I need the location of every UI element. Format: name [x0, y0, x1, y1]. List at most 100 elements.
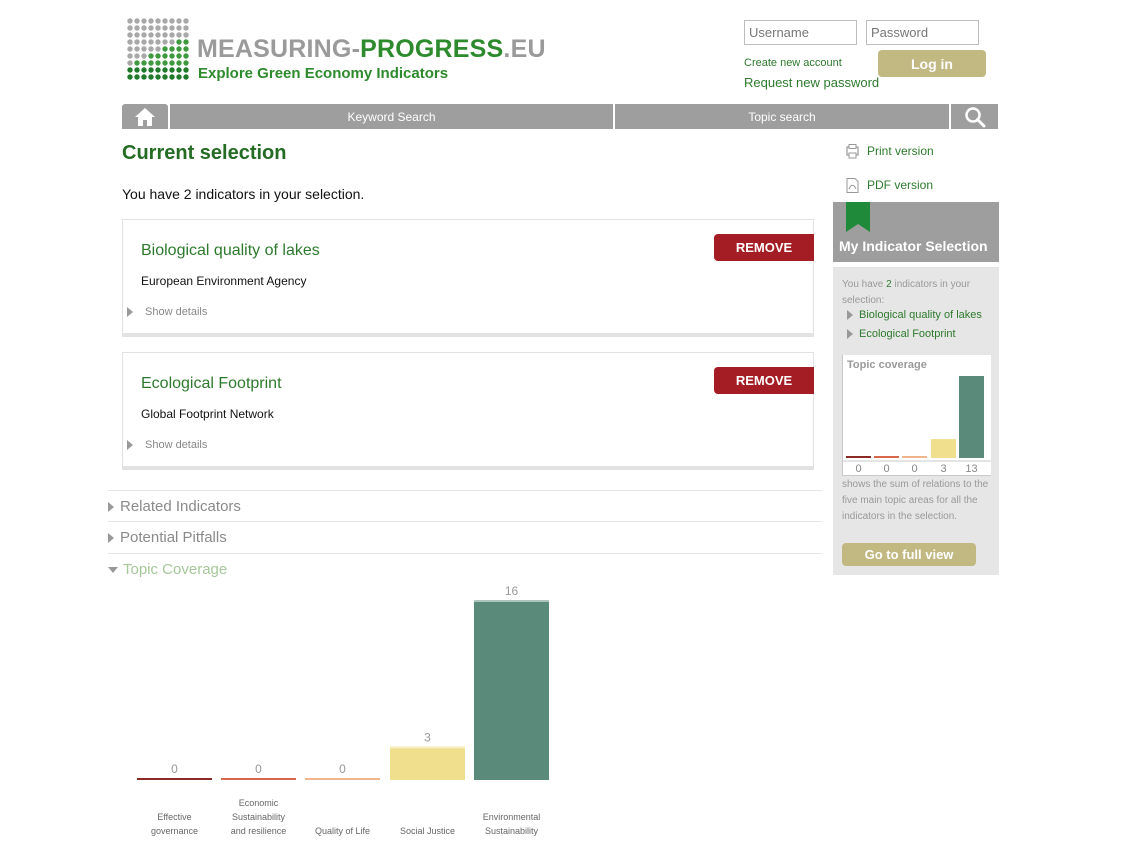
logo-dot	[141, 60, 147, 66]
selection-panel: You have 2 indicators in your selection:…	[833, 267, 999, 575]
nav-home-button[interactable]	[122, 104, 168, 129]
show-details-toggle[interactable]: Show details	[127, 306, 207, 318]
logo-dot	[148, 46, 154, 52]
create-account-link[interactable]: Create new account	[744, 57, 842, 69]
chart-value-label: 0	[255, 762, 262, 776]
chart-bar	[305, 778, 380, 780]
bookmark-icon	[846, 202, 870, 232]
logo-dot	[169, 74, 175, 80]
indicator-organization: Global Footprint Network	[141, 407, 274, 421]
logo-dot	[127, 60, 133, 66]
logo-dot	[183, 18, 189, 24]
logo-dot	[176, 74, 182, 80]
collapsed-arrow-icon	[108, 533, 114, 544]
logo-dot	[155, 46, 161, 52]
login-button[interactable]: Log in	[878, 50, 986, 77]
print-version-link[interactable]: Print version	[846, 144, 934, 159]
logo-dot	[169, 67, 175, 73]
logo-dot	[162, 53, 168, 59]
chart-value-label: 3	[424, 730, 431, 744]
mini-chart-value-label: 0	[855, 463, 861, 475]
logo-dot	[141, 18, 147, 24]
logo-dot	[176, 60, 182, 66]
logo-dot	[155, 60, 161, 66]
chart-bar	[390, 746, 465, 780]
logo-dot	[141, 32, 147, 38]
request-password-link[interactable]: Request new password	[744, 75, 879, 90]
selection-item[interactable]: Biological quality of lakes	[847, 309, 982, 321]
logo-dot	[134, 25, 140, 31]
logo-dot	[169, 53, 175, 59]
section-topic-coverage[interactable]: Topic Coverage	[108, 553, 822, 578]
selection-item[interactable]: Ecological Footprint	[847, 328, 956, 340]
show-details-toggle[interactable]: Show details	[127, 439, 207, 451]
logo-dot	[162, 67, 168, 73]
arrow-icon	[847, 310, 853, 321]
logo-dot	[162, 18, 168, 24]
mini-chart-bar	[959, 376, 984, 458]
logo-dot	[134, 67, 140, 73]
logo-dot	[162, 74, 168, 80]
logo-dot	[134, 53, 140, 59]
remove-button[interactable]: REMOVE	[714, 367, 814, 394]
logo-dot	[169, 18, 175, 24]
logo-dot	[169, 39, 175, 45]
selection-panel-header: My Indicator Selection	[833, 202, 999, 262]
logo-dot	[148, 39, 154, 45]
logo-dot	[162, 32, 168, 38]
topic-coverage-chart: 0 Effective governance 0 Economic Sustainabil…	[137, 584, 549, 836]
logo-dot	[183, 39, 189, 45]
section-related-indicators[interactable]: Related Indicators	[108, 490, 822, 515]
logo-dot	[141, 53, 147, 59]
remove-button[interactable]: REMOVE	[714, 234, 814, 261]
mini-chart-value-label: 3	[940, 463, 946, 475]
chart-value-label: 16	[505, 584, 519, 598]
indicator-card: Ecological Footprint Global Footprint Ne…	[122, 352, 814, 470]
logo-dot	[155, 39, 161, 45]
logo-dot	[134, 74, 140, 80]
nav-search-button[interactable]	[951, 104, 998, 129]
logo-dot	[148, 60, 154, 66]
chart-category-label: Sustainability	[232, 812, 286, 822]
logo-dot	[176, 25, 182, 31]
logo-dot	[141, 46, 147, 52]
chart-category-label: Environmental	[483, 812, 541, 822]
logo-dot	[134, 39, 140, 45]
chart-value-label: 0	[171, 762, 178, 776]
arrow-icon	[847, 329, 853, 340]
page-title: Current selection	[122, 142, 287, 164]
indicator-title[interactable]: Biological quality of lakes	[141, 242, 320, 260]
logo-dot	[162, 25, 168, 31]
chart-bar	[474, 600, 549, 780]
logo-dot	[148, 74, 154, 80]
logo-dot	[127, 46, 133, 52]
pdf-version-link[interactable]: PDF version	[846, 178, 933, 194]
logo-dot	[183, 46, 189, 52]
logo-dot	[148, 18, 154, 24]
password-input[interactable]	[866, 20, 979, 45]
logo-dot	[148, 32, 154, 38]
logo-dot	[127, 18, 133, 24]
logo-dot	[148, 25, 154, 31]
full-view-button[interactable]: Go to full view	[842, 543, 976, 566]
expand-arrow-icon	[127, 440, 133, 451]
mini-chart-bar	[846, 456, 871, 458]
expand-arrow-icon	[127, 307, 133, 318]
section-potential-pitfalls[interactable]: Potential Pitfalls	[108, 521, 822, 546]
mini-chart-bar	[874, 456, 899, 458]
logo-dot	[176, 67, 182, 73]
nav-topic-search[interactable]: Topic search	[615, 104, 949, 129]
mini-chart-box: Topic coverage 0 0 0 3 13	[842, 355, 991, 476]
indicator-title[interactable]: Ecological Footprint	[141, 375, 282, 393]
logo-dot	[141, 39, 147, 45]
selection-summary: You have 2 indicators in your selection:	[842, 279, 971, 306]
chart-bar	[221, 778, 296, 780]
chart-category-label: Effective	[157, 812, 191, 822]
indicator-card: Biological quality of lakes European Env…	[122, 219, 814, 337]
logo-dot	[183, 67, 189, 73]
username-input[interactable]	[744, 20, 857, 45]
nav-keyword-search[interactable]: Keyword Search	[170, 104, 613, 129]
logo-dot	[141, 67, 147, 73]
search-icon	[964, 106, 985, 127]
logo-dot	[155, 25, 161, 31]
